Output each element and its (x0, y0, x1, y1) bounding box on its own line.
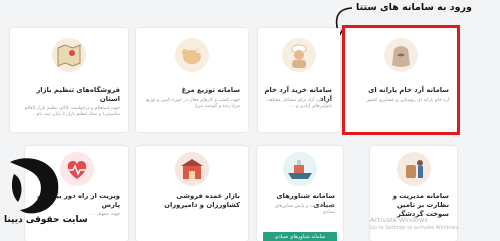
card-title: بازار عمده فروشی کشاورزان و دامپروران (164, 192, 240, 209)
site-logo (10, 158, 59, 214)
card-chicken-distribution[interactable]: سامانه توزیع مرغ جهت کسب و کارهای فعال د… (136, 28, 248, 132)
vessels-system-badge[interactable]: سامانه شناورهای صیادی (263, 232, 337, 241)
watermark-line1: Activate Windows (370, 216, 428, 224)
card-fishing-vessels[interactable]: سامانه شناورهای صیادی جهت مدیریت و پایش … (257, 146, 343, 241)
card-title: فروشگاه‌های تنظیم بازار استان (36, 86, 120, 103)
market-icon (175, 152, 209, 186)
card-title: سامانه توزیع مرغ (181, 86, 240, 94)
ship-icon (283, 152, 317, 186)
windows-activation-watermark: Activate Windows Go to Settings to activ… (370, 216, 460, 232)
card-province-stores[interactable]: فروشگاه‌های تنظیم بازار استان جهت استعلا… (10, 28, 128, 132)
card-desc: جهت استعلام و درخواست کالای تنظیم بازار … (24, 106, 120, 118)
map-icon (52, 38, 86, 72)
card-wholesale-market[interactable]: بازار عمده فروشی کشاورزان و دامپروران (136, 146, 248, 241)
logo-text: سایت حقوقی دیپنا (4, 215, 88, 225)
highlight-frame (342, 25, 460, 135)
card-desc: خرید آرد آزاد برای مشاغل مختلف، نانوایی‌… (266, 98, 332, 110)
card-desc: جهت مدیریت و پایش شناورهای صیادی (274, 204, 335, 216)
tourist-icon (396, 152, 431, 186)
card-desc: جهت کسب و کارهای فعال در حوزه تامین و تو… (146, 98, 240, 110)
card-title: سامانه مدیریت و نظارت بر تامین سوخت گردش… (392, 192, 449, 218)
card-flour-free[interactable]: سامانه خرید آرد خام آزاد خرید آرد آزاد ب… (258, 28, 340, 132)
chicken-icon (175, 38, 209, 72)
baker-icon (282, 38, 316, 72)
watermark-line2: Go to Settings to activate Windows. (370, 225, 460, 231)
annotation-text: ورود به سامانه های ستتا (356, 2, 472, 13)
